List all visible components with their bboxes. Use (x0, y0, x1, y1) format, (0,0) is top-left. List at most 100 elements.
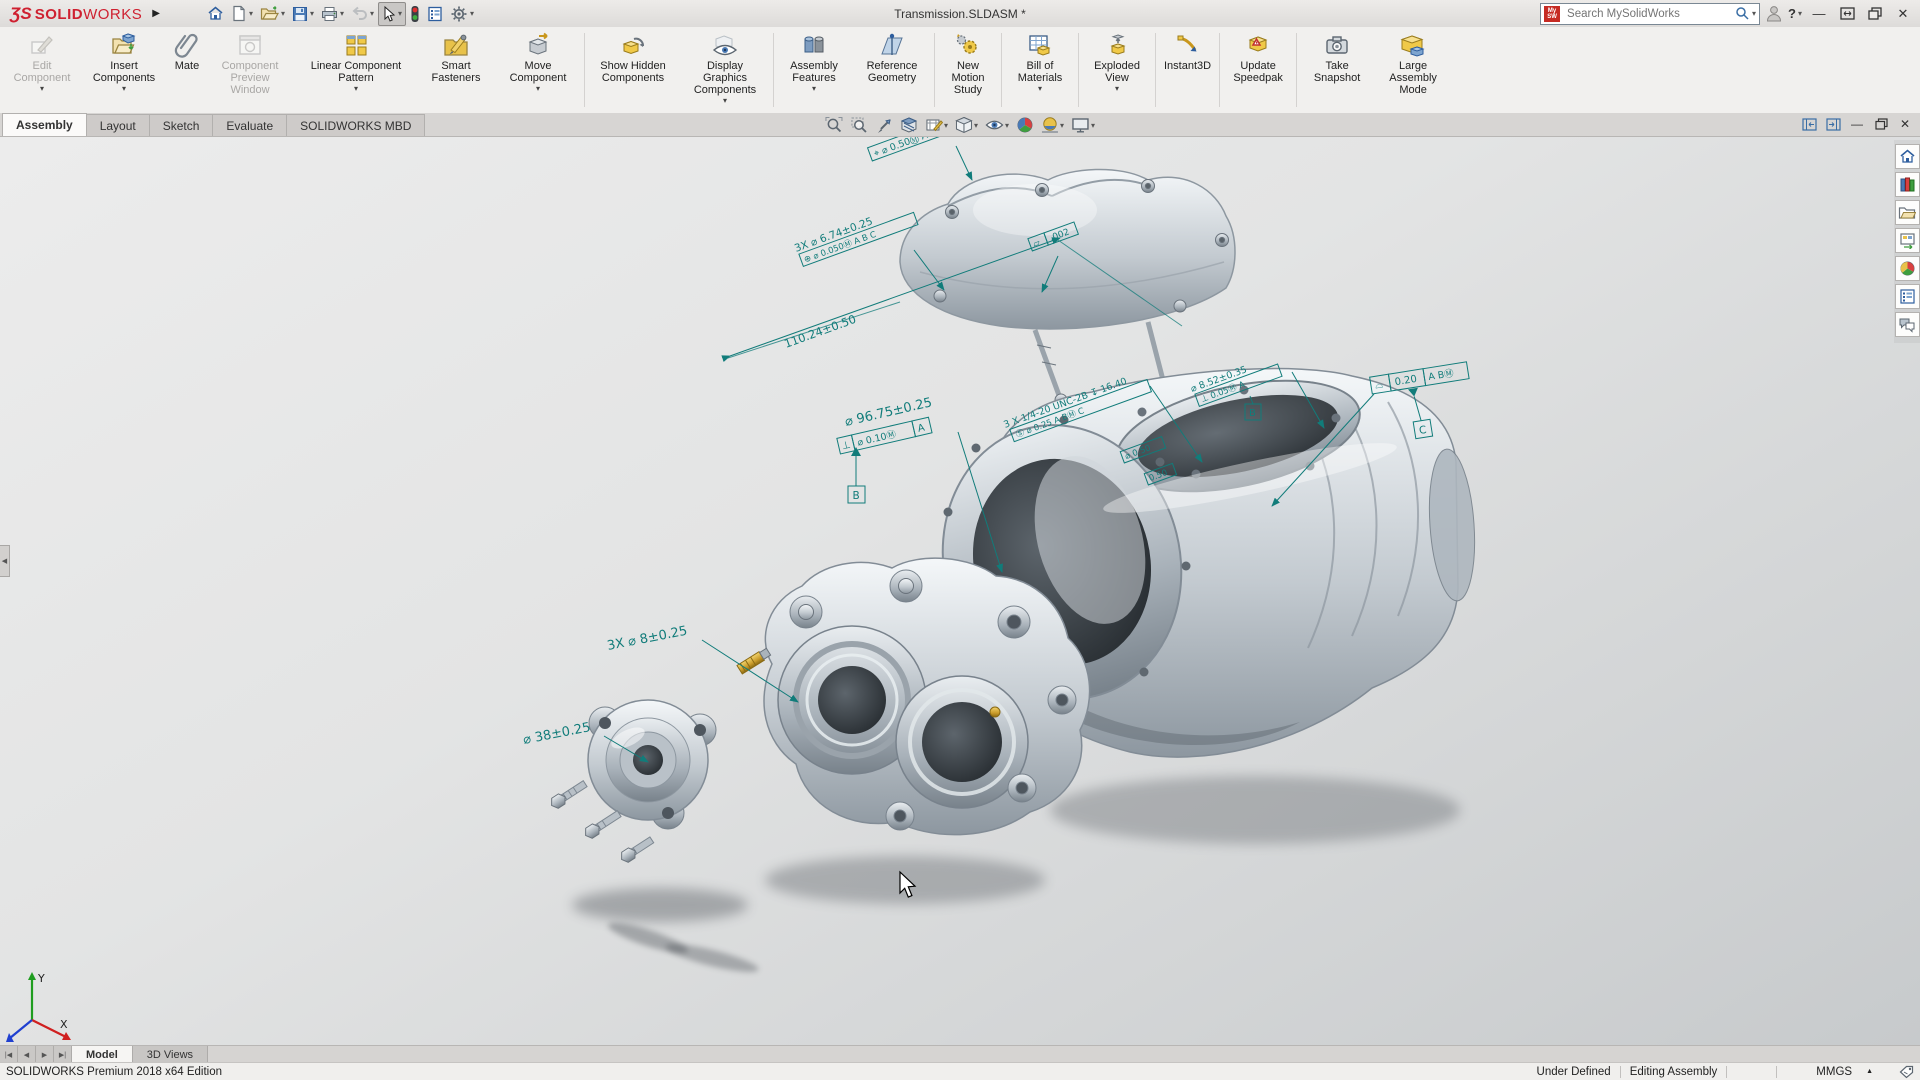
ribbon-button-insert-components[interactable]: Insert Components ▾ (80, 27, 168, 113)
datum-b[interactable]: B (853, 490, 860, 502)
zoom-to-fit-button[interactable] (823, 115, 845, 135)
ribbon-button-linear-component-pattern[interactable]: Linear Component Pattern ▾ (294, 27, 418, 113)
model-canvas[interactable]: ⌖ ⌀ 0.50Ⓜ A B 3X ⌀ 6.74±0.25 ⊕ ⌀ 0.050Ⓜ … (0, 137, 1920, 1046)
view-settings-button[interactable]: ▾ (1069, 115, 1097, 135)
file-properties-button[interactable] (424, 3, 446, 25)
save-button[interactable]: ▾ (289, 3, 317, 25)
part-top-cover[interactable] (900, 169, 1235, 406)
dynamic-annotation-views-button[interactable]: ▾ (923, 115, 950, 135)
ribbon-button-edit-component[interactable]: Edit Component ▾ (4, 27, 80, 113)
task-pane-resources-button[interactable] (1895, 144, 1920, 169)
task-pane-custom-properties-button[interactable] (1895, 284, 1920, 309)
task-pane-forum-button[interactable] (1895, 312, 1920, 337)
print-button[interactable]: ▾ (318, 3, 347, 25)
tab-evaluate[interactable]: Evaluate (212, 114, 287, 136)
show-hidden-components-icon (620, 32, 646, 58)
view-settings-monitor-icon (1071, 116, 1090, 134)
tab-scroll-left-button[interactable]: ◀ (18, 1046, 36, 1063)
section-view-icon (900, 116, 918, 134)
home-button[interactable] (204, 3, 227, 25)
ribbon-button-take-snapshot[interactable]: Take Snapshot (1299, 27, 1375, 113)
search-box[interactable]: MySW ▾ (1540, 3, 1760, 25)
gdt-flange-dia[interactable]: ⌀ 38±0.25 (522, 720, 592, 748)
tab-solidworks-mbd[interactable]: SOLIDWORKS MBD (286, 114, 425, 136)
pane-right-icon (1826, 118, 1841, 131)
search-input[interactable] (1565, 7, 1735, 21)
tab-scroll-right-button[interactable]: ▶ (36, 1046, 54, 1063)
hide-show-items-button[interactable]: ▾ (983, 115, 1011, 135)
previous-view-button[interactable] (873, 115, 895, 135)
select-tool-button[interactable]: ▾ (378, 2, 406, 26)
ribbon-button-bill-of-materials[interactable]: Bill of Materials ▾ (1004, 27, 1076, 113)
gdt-flange-bolts[interactable]: 3X ⌀ 8±0.25 (606, 624, 689, 654)
new-document-button[interactable]: ▾ (228, 3, 256, 25)
login-user-icon[interactable] (1766, 5, 1782, 22)
ribbon-button-smart-fasteners[interactable]: Smart Fasteners (418, 27, 494, 113)
undo-icon (351, 6, 368, 21)
ribbon-button-assembly-features[interactable]: Assembly Features ▾ (776, 27, 852, 113)
help-button[interactable]: ?▾ (1788, 3, 1802, 25)
search-icon[interactable] (1735, 6, 1750, 21)
undo-button[interactable]: ▾ (348, 3, 377, 25)
tab-layout[interactable]: Layout (86, 114, 150, 136)
tab-3d-views[interactable]: 3D Views (133, 1046, 208, 1063)
tab-sketch[interactable]: Sketch (149, 114, 214, 136)
ribbon-button-move-component[interactable]: Move Component ▾ (494, 27, 582, 113)
section-view-button[interactable] (898, 115, 920, 135)
gear-icon (450, 5, 468, 23)
ribbon-button-mate[interactable]: Mate (168, 27, 206, 113)
display-style-cube-icon (955, 116, 973, 134)
ribbon-button-component-preview-window[interactable]: Component Preview Window (206, 27, 294, 113)
open-folder-icon (260, 6, 279, 22)
close-button[interactable]: ✕ (1892, 3, 1914, 25)
menu-flyout-button[interactable]: ▶ (152, 8, 160, 19)
ribbon-button-show-hidden-components[interactable]: Show Hidden Components (587, 27, 679, 113)
part-output-flange[interactable] (588, 700, 716, 829)
tab-scroll-last-button[interactable]: ▶| (54, 1046, 72, 1063)
apply-scene-button[interactable]: ▾ (1039, 115, 1066, 135)
rebuild-button[interactable] (407, 3, 423, 25)
pane-left-button[interactable] (1800, 115, 1818, 133)
ribbon-button-instant3d[interactable]: Instant3D (1158, 27, 1217, 113)
tab-assembly[interactable]: Assembly (2, 113, 87, 136)
task-pane-appearances-button[interactable] (1895, 256, 1920, 281)
logo-solid-text: SOLID (35, 6, 83, 23)
app-edition-label: SOLIDWORKS Premium 2018 x64 Edition (6, 1066, 222, 1078)
ribbon-button-exploded-view[interactable]: Exploded View ▾ (1081, 27, 1153, 113)
zoom-to-area-button[interactable] (848, 115, 870, 135)
display-style-button[interactable]: ▾ (953, 115, 980, 135)
restore-button[interactable] (1864, 3, 1886, 25)
doc-close-button[interactable]: ✕ (1896, 115, 1914, 133)
graphics-area[interactable]: ⌖ ⌀ 0.50Ⓜ A B 3X ⌀ 6.74±0.25 ⊕ ⌀ 0.050Ⓜ … (0, 137, 1920, 1046)
view-palette-icon (1899, 232, 1916, 249)
feature-manager-collapse-tab[interactable]: ◀ (0, 545, 10, 577)
pane-right-button[interactable] (1824, 115, 1842, 133)
ribbon-button-display-graphics-components[interactable]: Display Graphics Components ▾ (679, 27, 771, 113)
doc-minimize-button[interactable]: — (1848, 115, 1866, 133)
minimize-button[interactable]: — (1808, 3, 1830, 25)
forum-chat-icon (1898, 317, 1916, 333)
task-pane-design-library-button[interactable] (1895, 172, 1920, 197)
edit-appearance-button[interactable] (1014, 115, 1036, 135)
gdt-cover-top-frame[interactable]: ⌖ ⌀ 0.50Ⓜ A B (868, 137, 959, 161)
units-selector[interactable]: MMGS (1816, 1066, 1852, 1078)
ribbon-button-large-assembly-mode[interactable]: Large Assembly Mode (1375, 27, 1451, 113)
ribbon-button-new-motion-study[interactable]: New Motion Study (937, 27, 999, 113)
ribbon-button-reference-geometry[interactable]: Reference Geometry (852, 27, 932, 113)
tab-scroll-first-button[interactable]: |◀ (0, 1046, 18, 1063)
solidworks-logo-icon: ƷS (10, 4, 32, 24)
tag-icon[interactable] (1899, 1065, 1914, 1079)
task-pane-file-explorer-button[interactable] (1895, 200, 1920, 225)
ribbon-button-update-speedpak[interactable]: Update Speedpak (1222, 27, 1294, 113)
task-pane-view-palette-button[interactable] (1895, 228, 1920, 253)
gdt-width-dimension[interactable]: 110.24±0.50 (782, 312, 858, 351)
doc-restore-button[interactable] (1872, 115, 1890, 133)
options-button[interactable]: ▾ (447, 3, 477, 25)
gdt-cover-bolts[interactable]: 3X ⌀ 6.74±0.25 ⊕ ⌀ 0.050Ⓜ A B C (793, 201, 918, 267)
triad-x-label: X (60, 1018, 68, 1031)
open-button[interactable]: ▾ (257, 3, 288, 25)
tab-model[interactable]: Model (72, 1046, 133, 1063)
datum-b2[interactable]: B (1249, 408, 1256, 419)
fullscreen-button[interactable] (1836, 3, 1858, 25)
reference-geometry-icon (879, 32, 905, 58)
